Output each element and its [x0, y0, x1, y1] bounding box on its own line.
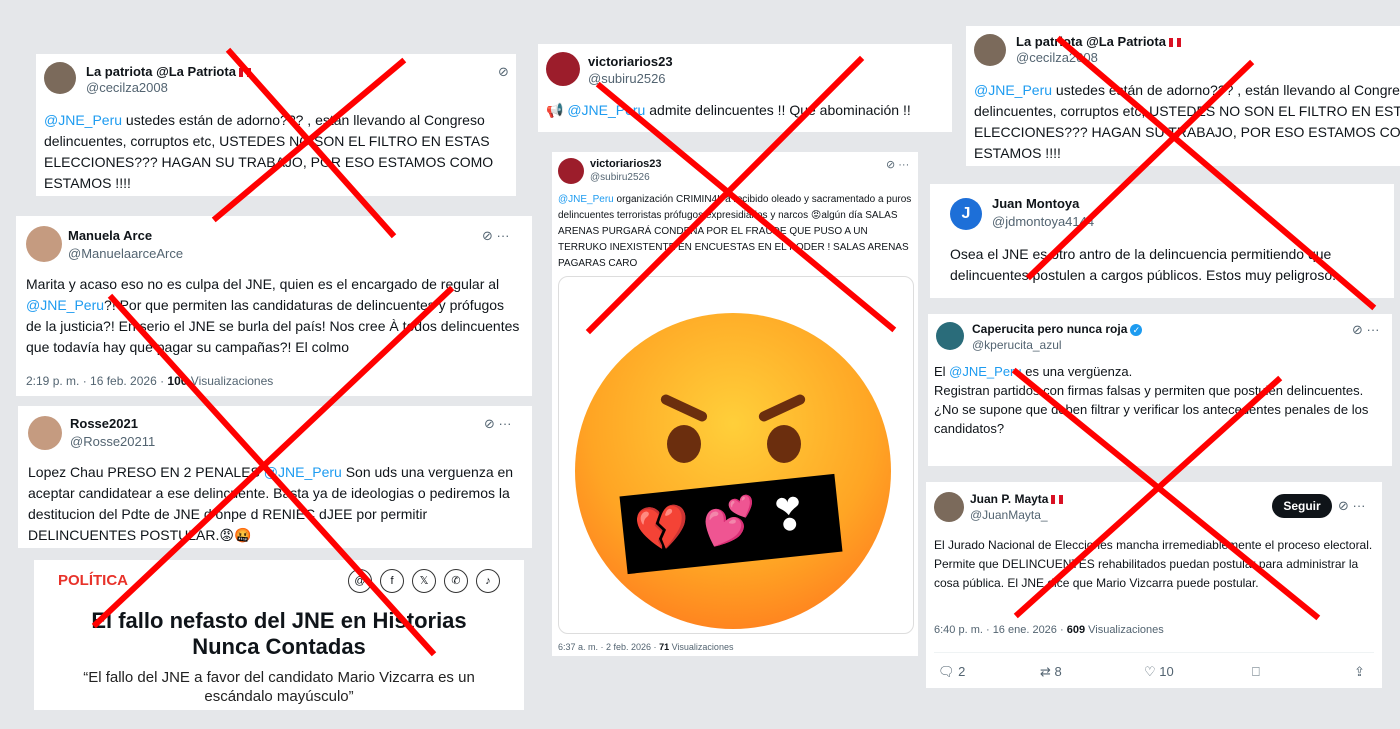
tweet-meta[interactable]: 6:40 p. m. · 16 ene. 2026 · 609 Visualiz… — [934, 624, 1164, 636]
tweet-text: Lopez Chau PRESO EN 2 PENALES @JNE_Peru … — [28, 464, 514, 543]
avatar[interactable] — [546, 52, 580, 86]
like-button[interactable]: ♡ 10 — [1144, 664, 1174, 680]
x-icon[interactable]: 𝕏 — [412, 569, 436, 593]
tweet-text: @JNE_Peru ustedes están de adorno??? , e… — [44, 112, 494, 191]
author-handle[interactable]: @subiru2526 — [588, 71, 666, 86]
share-button[interactable]: ⇪ — [1354, 664, 1365, 680]
author-handle[interactable]: @JuanMayta_ — [970, 508, 1048, 522]
mention-link[interactable]: @JNE_Peru — [974, 82, 1052, 98]
grok-icon[interactable]: ⊘ ··· — [886, 158, 909, 171]
author-name[interactable]: La patriota @La Patriota — [86, 64, 251, 79]
article-subtitle: “El fallo del JNE a favor del candidato … — [83, 669, 475, 705]
mention-link[interactable]: @JNE_Peru — [949, 364, 1021, 379]
heart-exclamation-icon: ❣ — [767, 489, 810, 542]
mention-link[interactable]: @JNE_Peru — [44, 112, 122, 128]
section-label[interactable]: POLÍTICA — [58, 572, 128, 589]
author-name[interactable]: Juan Montoya — [992, 196, 1079, 211]
avatar[interactable] — [936, 322, 964, 350]
mention-link[interactable]: @JNE_Peru — [567, 102, 645, 118]
heart-icon: ♡ — [1144, 664, 1156, 679]
grok-icon[interactable]: ⊘ — [498, 64, 509, 80]
mention-link[interactable]: @JNE_Peru — [264, 464, 342, 480]
tweet-meta[interactable]: 6:37 a. m. · 2 feb. 2026 · 71 Visualizac… — [558, 642, 733, 652]
tweet-card-caperucita[interactable]: Caperucita pero nunca roja ✓ @kperucita_a… — [928, 314, 1392, 466]
author-name[interactable]: Juan P. Mayta — [970, 492, 1064, 506]
author-handle[interactable]: @cecilza2008 — [86, 80, 168, 95]
threads-icon[interactable]: @ — [348, 569, 372, 593]
avatar[interactable] — [558, 158, 584, 184]
retweet-button[interactable]: ⇄ 8 — [1040, 664, 1062, 680]
grok-icon[interactable]: ⊘ ··· — [484, 416, 512, 432]
author-handle[interactable]: @jdmontoya4144 — [992, 214, 1094, 229]
avatar[interactable] — [974, 34, 1006, 66]
divider — [934, 652, 1374, 653]
tweet-card-juan-mayta[interactable]: Juan P. Mayta @JuanMayta_ Seguir ⊘ ··· E… — [926, 482, 1382, 688]
tweet-image[interactable]: 💔 💕 ❣ — [558, 276, 914, 634]
author-handle[interactable]: @Rosse20211 — [70, 434, 155, 449]
facebook-icon[interactable]: f — [380, 569, 404, 593]
tiktok-icon[interactable]: ♪ — [476, 569, 500, 593]
retweet-icon: ⇄ — [1040, 664, 1051, 679]
tweet-card-rosse2021[interactable]: Rosse2021 @Rosse20211 ⊘ ··· Lopez Chau P… — [18, 406, 532, 548]
tweet-text: El Jurado Nacional de Elecciones mancha … — [934, 538, 1373, 590]
whatsapp-icon[interactable]: ✆ — [444, 569, 468, 593]
tweet-text: @JNE_Peru organización CRIMIN4L a recibi… — [558, 194, 912, 269]
follow-button[interactable]: Seguir — [1272, 494, 1332, 518]
tweet-text: El @JNE_Peru es una vergüenza. Registran… — [934, 364, 1369, 436]
tweet-card-victoriarios-long[interactable]: victoriarios23 @subiru2526 ⊘ ··· @JNE_Pe… — [552, 152, 918, 656]
grok-icon[interactable]: ⊘ ··· — [482, 228, 510, 244]
avatar[interactable] — [44, 62, 76, 94]
author-handle[interactable]: @kperucita_azul — [972, 338, 1062, 352]
tweet-card-victoriarios-short[interactable]: victoriarios23 @subiru2526 📢 @JNE_Peru a… — [538, 44, 952, 132]
peru-flag-icon — [1051, 495, 1064, 505]
author-name[interactable]: Rosse2021 — [70, 416, 138, 431]
grok-icon[interactable]: ⊘ ··· — [1352, 322, 1380, 338]
verified-badge-icon: ✓ — [1130, 323, 1143, 336]
author-handle[interactable]: @cecilza2008 — [1016, 50, 1098, 65]
broken-heart-icon: 💔 — [632, 501, 693, 556]
tweet-card-la-patriota-right[interactable]: La patriota @La Patriota @cecilza2008 @J… — [966, 26, 1400, 166]
author-name[interactable]: victoriarios23 — [590, 158, 662, 170]
tweet-text: 📢 @JNE_Peru admite delincuentes !! Que a… — [546, 102, 911, 118]
bookmark-button[interactable]: ⎕ — [1252, 664, 1260, 680]
tweet-text: Osea el JNE es otro antro de la delincue… — [950, 246, 1336, 283]
tweet-card-la-patriota[interactable]: La patriota @La Patriota @cecilza2008 ⊘ … — [36, 54, 516, 196]
tweet-card-manuela-arce[interactable]: Manuela Arce @ManuelaarceArce ⊘ ··· Mari… — [16, 216, 532, 396]
grok-icon[interactable]: ⊘ ··· — [1338, 498, 1366, 514]
tweet-meta[interactable]: 2:19 p. m. · 16 feb. 2026 · 100 Visualiz… — [26, 374, 273, 388]
avatar[interactable] — [26, 226, 62, 262]
megaphone-icon: 📢 — [546, 102, 568, 118]
tweet-text: Marita y acaso eso no es culpa del JNE, … — [26, 276, 520, 355]
share-icon: ⇪ — [1354, 664, 1365, 679]
left-eye — [667, 425, 701, 463]
author-name[interactable]: La patriota @La Patriota — [1016, 34, 1181, 49]
reply-button[interactable]: 🗨 2 — [938, 664, 965, 680]
angry-face-icon — [575, 313, 891, 629]
two-hearts-icon: 💕 — [700, 494, 760, 549]
tweet-card-juan-montoya[interactable]: J Juan Montoya @jdmontoya4144 Osea el JN… — [930, 184, 1394, 298]
author-name[interactable]: victoriarios23 — [588, 54, 673, 69]
author-name[interactable]: Manuela Arce — [68, 228, 152, 243]
author-handle[interactable]: @ManuelaarceArce — [68, 246, 183, 261]
avatar[interactable]: J — [950, 198, 982, 230]
peru-flag-icon — [1168, 38, 1181, 48]
peru-flag-icon — [238, 68, 251, 78]
right-eye — [767, 425, 801, 463]
mention-link[interactable]: @JNE_Peru — [26, 297, 104, 313]
bookmark-icon: ⎕ — [1252, 664, 1260, 679]
avatar[interactable] — [934, 492, 964, 522]
article-title[interactable]: El fallo nefasto del JNE en Historias Nu… — [74, 608, 484, 660]
avatar[interactable] — [28, 416, 62, 450]
reply-icon: 🗨 — [938, 664, 955, 679]
news-article-card[interactable]: POLÍTICA @ f 𝕏 ✆ ♪ El fallo nefasto del … — [34, 560, 524, 710]
author-handle[interactable]: @subiru2526 — [590, 172, 650, 183]
tweet-text: @JNE_Peru ustedes están de adorno??? , e… — [974, 82, 1400, 161]
mention-link[interactable]: @JNE_Peru — [558, 194, 614, 205]
author-name[interactable]: Caperucita pero nunca roja ✓ — [972, 322, 1143, 336]
